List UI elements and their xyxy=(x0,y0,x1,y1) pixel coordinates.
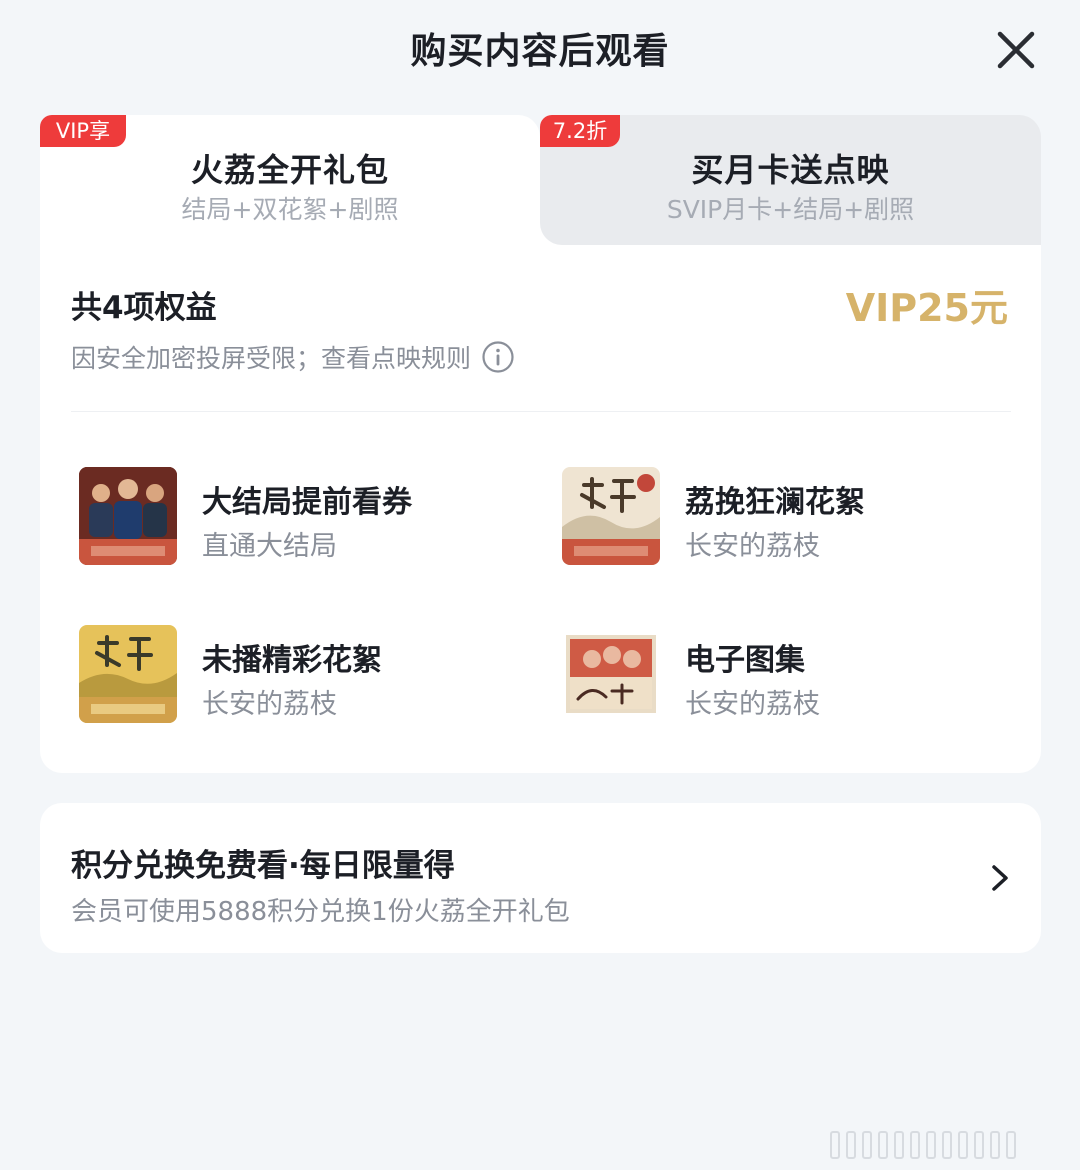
watermark-bar xyxy=(846,1131,856,1159)
ticket-thumbnail xyxy=(79,467,177,565)
benefit-item[interactable]: 未播精彩花絮 长安的荔枝 xyxy=(79,625,499,735)
benefit-item[interactable]: 荔挽狂澜花絮 长安的荔枝 xyxy=(562,467,982,577)
watermark-bar xyxy=(958,1131,968,1159)
page-title: 购买内容后观看 xyxy=(410,31,670,72)
benefit-count: 共4项权益 xyxy=(71,290,217,326)
benefit-title: 大结局提前看券 xyxy=(202,485,412,520)
watermark-bar xyxy=(878,1131,888,1159)
tab-title: 买月卡送点映 xyxy=(691,151,890,189)
benefit-title: 未播精彩花絮 xyxy=(202,643,382,678)
watermark-bar xyxy=(894,1131,904,1159)
photo-album-thumbnail xyxy=(562,625,660,723)
header: 购买内容后观看 xyxy=(0,0,1080,100)
points-exchange-card[interactable]: 积分兑换免费看·每日限量得 会员可使用5888积分兑换1份火荔全开礼包 xyxy=(40,803,1041,953)
benefit-subtitle: 直通大结局 xyxy=(202,531,337,562)
tab-title: 火荔全开礼包 xyxy=(190,151,389,189)
close-icon[interactable] xyxy=(994,28,1038,72)
points-title: 积分兑换免费看·每日限量得 xyxy=(71,848,455,884)
divider xyxy=(71,411,1011,412)
info-icon[interactable] xyxy=(481,340,515,374)
screencast-notice[interactable]: 因安全加密投屏受限；查看点映规则 xyxy=(71,339,515,375)
watermark-bar xyxy=(926,1131,936,1159)
package-tabs: 买月卡送点映 SVIP月卡+结局+剧照 火荔全开礼包 结局+双花絮+剧照 VIP… xyxy=(40,115,1041,245)
watermark-bar xyxy=(990,1131,1000,1159)
vip-badge: VIP享 xyxy=(40,115,126,147)
points-subtitle: 会员可使用5888积分兑换1份火荔全开礼包 xyxy=(71,897,570,927)
chevron-right-icon[interactable] xyxy=(989,863,1011,893)
benefit-item[interactable]: 电子图集 长安的荔枝 xyxy=(562,625,982,735)
price-label: VIP25元 xyxy=(845,286,1008,330)
package-card: 共4项权益 VIP25元 因安全加密投屏受限；查看点映规则 大结局提前看券 直通… xyxy=(40,245,1041,773)
benefit-subtitle: 长安的荔枝 xyxy=(685,531,820,562)
behind-scenes-thumbnail xyxy=(562,467,660,565)
unaired-thumbnail xyxy=(79,625,177,723)
watermark-bar xyxy=(974,1131,984,1159)
watermark-bar xyxy=(862,1131,872,1159)
tab-subtitle: SVIP月卡+结局+剧照 xyxy=(666,195,915,224)
benefit-title: 荔挽狂澜花絮 xyxy=(685,485,865,520)
discount-badge: 7.2折 xyxy=(540,115,620,147)
watermark-bar xyxy=(830,1131,840,1159)
watermark-bar xyxy=(942,1131,952,1159)
watermark-bar xyxy=(1006,1131,1016,1159)
notice-text: 因安全加密投屏受限；查看点映规则 xyxy=(71,344,472,373)
benefit-title: 电子图集 xyxy=(685,643,805,678)
tab-subtitle: 结局+双花絮+剧照 xyxy=(181,195,399,224)
benefit-subtitle: 长安的荔枝 xyxy=(202,689,337,720)
watermark-bar xyxy=(910,1131,920,1159)
benefit-item[interactable]: 大结局提前看券 直通大结局 xyxy=(79,467,499,577)
watermark-logo xyxy=(830,1128,1070,1162)
benefit-subtitle: 长安的荔枝 xyxy=(685,689,820,720)
